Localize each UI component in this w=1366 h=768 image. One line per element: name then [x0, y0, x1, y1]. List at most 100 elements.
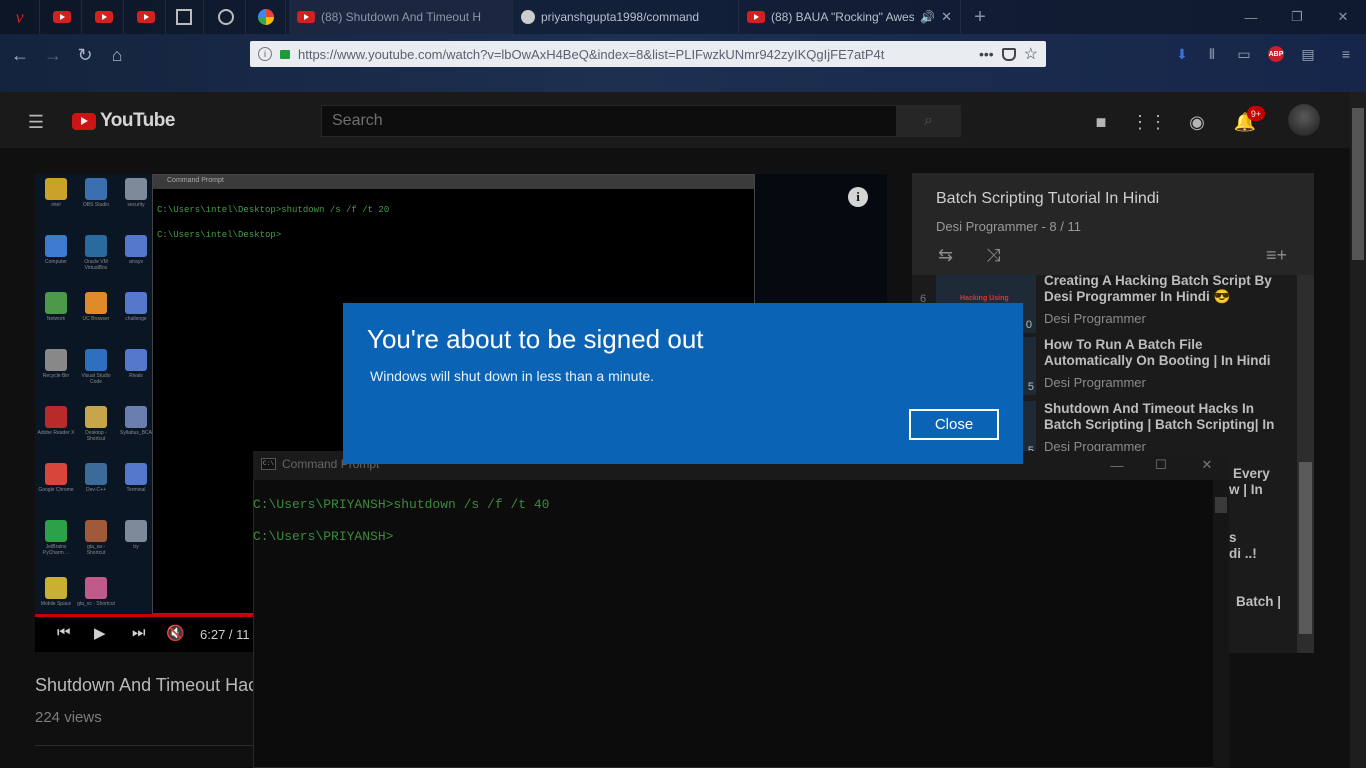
extension-icon — [217, 9, 234, 25]
video-info-icon[interactable]: i — [848, 187, 868, 207]
desktop-icon-label: arrays — [129, 259, 143, 265]
search-input[interactable]: Search — [321, 105, 897, 137]
back-button[interactable]: ← — [5, 40, 35, 70]
video-desktop-icons: intel OBS Studio security Computer Oracle VM… — [35, 174, 153, 616]
pinned-tab-6[interactable] — [206, 0, 246, 34]
playlist-title[interactable]: Batch Scripting Tutorial In Hindi — [936, 190, 1159, 208]
page-actions-icon[interactable]: ••• — [979, 46, 994, 62]
settings-icon — [175, 9, 192, 25]
sidebar-icon[interactable]: ▭ — [1232, 43, 1256, 65]
desktop-icon-label: OBS Studio — [82, 202, 110, 208]
home-button[interactable]: ⌂ — [102, 40, 132, 70]
desktop-app-icon — [85, 520, 107, 542]
close-window-button[interactable]: ✕ — [1320, 0, 1366, 34]
reload-button[interactable]: ↻ — [70, 40, 100, 70]
desktop-icon: gta_sa - Shortcut — [77, 520, 115, 556]
messages-icon[interactable]: ◉ — [1185, 110, 1209, 134]
guide-menu-icon[interactable]: ☰ — [24, 110, 48, 134]
pinned-tab-2[interactable] — [42, 0, 82, 34]
audio-playing-icon[interactable]: 🔊 — [920, 10, 935, 24]
cmd-line: C:\Users\PRIYANSH> — [253, 529, 394, 544]
desktop-icon: Terminal — [117, 463, 155, 493]
bookmark-star-icon[interactable]: ☆ — [1024, 44, 1038, 64]
notification-count-badge: 9+ — [1247, 106, 1265, 121]
desktop-icon: Recycle Bin — [37, 349, 75, 379]
github-icon — [521, 10, 535, 24]
pinned-tab-5[interactable] — [164, 0, 204, 34]
close-tab-icon[interactable]: ✕ — [941, 9, 952, 25]
desktop-app-icon — [125, 178, 147, 200]
desktop-icon-label: Dev-C++ — [85, 487, 106, 493]
upload-video-icon[interactable]: ■ — [1089, 110, 1113, 134]
url-text[interactable]: https://www.youtube.com/watch?v=lbOwAxH4… — [298, 47, 971, 62]
desktop-icon-label: intel — [51, 202, 61, 208]
desktop-icon: Dev-C++ — [77, 463, 115, 493]
previous-icon[interactable]: ⏮ — [57, 624, 71, 641]
playlist-item-title[interactable]: How To Run A Batch File Automatically On… — [1044, 337, 1284, 369]
desktop-icon-label: Syllabus_BCA — [120, 430, 152, 436]
desktop-app-icon — [125, 406, 147, 428]
save-playlist-icon[interactable]: ≡+ — [1266, 245, 1287, 266]
pinned-tab-1[interactable]: ν — [0, 0, 40, 34]
desktop-app-icon — [125, 292, 147, 314]
cmd-scrollbar-thumb[interactable] — [1215, 497, 1227, 513]
desktop-icon-label: Mobile Space — [40, 601, 72, 607]
playlist-item-title-fragment[interactable]: Every — [1233, 466, 1293, 482]
forward-button[interactable]: → — [38, 40, 68, 70]
desktop-icon-label: Terminal — [126, 487, 146, 493]
dialog-title: You're about to be signed out — [367, 324, 704, 354]
close-button[interactable]: Close — [909, 409, 999, 440]
url-bar[interactable]: i https://www.youtube.com/watch?v=lbOwAx… — [250, 41, 1046, 67]
playlist-item-title-fragment[interactable]: Batch | — [1236, 594, 1296, 610]
tab-github[interactable]: priyanshgupta1998/command — [513, 0, 739, 34]
pinned-tab-3[interactable] — [84, 0, 124, 34]
page-scrollbar-thumb[interactable] — [1352, 108, 1364, 260]
desktop-icon: challenge — [117, 292, 155, 322]
restore-button[interactable]: ❐ — [1274, 0, 1320, 34]
desktop-app-icon — [85, 463, 107, 485]
desktop-app-icon — [85, 577, 107, 599]
view-count: 224 views — [35, 709, 102, 726]
new-tab-button[interactable]: + — [957, 0, 1003, 34]
apps-grid-icon[interactable]: ⋮⋮ — [1131, 110, 1167, 134]
info-icon[interactable]: i — [258, 47, 272, 61]
adblock-button[interactable]: ABP — [1264, 43, 1288, 65]
download-icon[interactable]: ⬇ — [1170, 43, 1194, 65]
video-cmd-title: Command Prompt — [153, 175, 754, 189]
pinned-tab-4[interactable] — [126, 0, 166, 34]
cmd-maximize-button[interactable]: ☐ — [1141, 455, 1181, 475]
youtube-logo[interactable]: YouTube — [72, 110, 175, 132]
search-button[interactable]: ⌕ — [896, 105, 961, 137]
playlist-item-title-fragment[interactable]: di ..! — [1229, 546, 1289, 562]
hamburger-menu-icon[interactable]: ≡ — [1334, 43, 1358, 65]
cmd-scrollbar[interactable] — [1213, 480, 1229, 768]
playlist-item-title[interactable]: Creating A Hacking Batch Script By Desi … — [1044, 273, 1284, 305]
playlist-scrollbar-thumb[interactable] — [1299, 462, 1312, 634]
avatar[interactable] — [1288, 104, 1320, 136]
mute-icon[interactable]: 🔇 — [166, 624, 185, 642]
next-icon[interactable]: ⏭ — [132, 624, 146, 641]
play-icon[interactable]: ▶ — [94, 624, 106, 642]
cmd-minimize-button[interactable]: — — [1097, 455, 1137, 475]
tab-youtube-baua[interactable]: (88) BAUA "Rocking" Aweso 🔊 ✕ — [739, 0, 961, 34]
desktop-icon: Mobile Space — [37, 577, 75, 607]
tab-youtube-shutdown[interactable]: (88) Shutdown And Timeout H — [289, 0, 513, 34]
pinned-tab-7[interactable] — [246, 0, 286, 34]
extension-menu-icon[interactable]: ▤ — [1296, 43, 1320, 65]
desktop-icon: JetBrains PyCharm ... — [37, 520, 75, 556]
desktop-icon-label: UC Browser — [82, 316, 110, 322]
loop-icon[interactable]: ⇆ — [938, 245, 953, 266]
pocket-icon[interactable] — [1001, 47, 1016, 61]
minimize-button[interactable]: — — [1228, 0, 1274, 34]
playlist-item-title[interactable]: Shutdown And Timeout Hacks In Batch Scri… — [1044, 401, 1284, 433]
library-icon[interactable]: ⫴ — [1200, 43, 1224, 65]
playlist-item-title-fragment[interactable]: s — [1229, 530, 1289, 546]
shuffle-icon[interactable]: ⤨ — [986, 245, 1000, 266]
playlist-item-title-fragment[interactable]: w | In — [1229, 482, 1289, 498]
playlist-subtitle: Desi Programmer - 8 / 11 — [936, 219, 1081, 234]
desktop-icon-label: Network — [46, 316, 66, 322]
desktop-icon: Desktop - Shortcut — [77, 406, 115, 442]
desktop-icon-label: Desktop - Shortcut — [85, 430, 107, 442]
cmd-close-button[interactable]: ✕ — [1187, 455, 1227, 475]
google-icon — [257, 9, 274, 25]
